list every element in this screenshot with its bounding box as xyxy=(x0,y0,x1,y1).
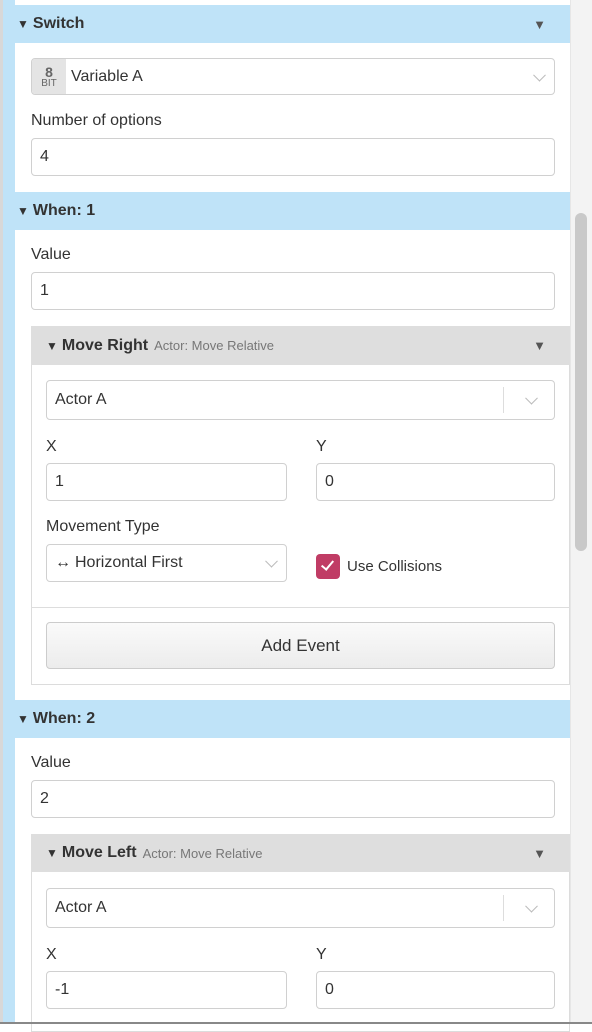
x-label: X xyxy=(46,438,57,455)
menu-caret-icon[interactable]: ▼ xyxy=(533,338,546,353)
event-title: Move Right xyxy=(61,336,149,354)
badge-number: 8 xyxy=(45,63,53,80)
x-input[interactable]: 1 xyxy=(46,463,287,501)
variable-select[interactable]: 8 BIT Variable A xyxy=(31,58,555,95)
x-input[interactable]: -1 xyxy=(46,971,287,1009)
move-right-header[interactable]: ▼ Move Right Actor: Move Relative ▼ xyxy=(31,326,570,365)
event-subtitle: Actor: Move Relative xyxy=(142,845,263,861)
menu-caret-icon[interactable]: ▼ xyxy=(533,17,546,32)
actor-select[interactable]: Actor A xyxy=(46,888,555,928)
case-2-header[interactable]: ▼ When: 2 xyxy=(3,700,570,738)
collapse-icon[interactable]: ▼ xyxy=(17,712,29,726)
switch-title: Switch xyxy=(32,15,85,32)
scrollbar-thumb[interactable] xyxy=(575,213,587,551)
actor-select[interactable]: Actor A xyxy=(46,380,555,420)
y-label: Y xyxy=(316,946,327,963)
select-divider xyxy=(503,895,504,921)
checkmark-icon xyxy=(320,557,335,571)
case-1-header[interactable]: ▼ When: 1 xyxy=(3,192,570,230)
add-event-button[interactable]: Add Event xyxy=(46,622,555,669)
move-left-header[interactable]: ▼ Move Left Actor: Move Relative ▼ xyxy=(31,834,570,872)
collapse-icon[interactable]: ▼ xyxy=(17,17,29,31)
options-label: Number of options xyxy=(31,112,162,129)
event-title: Move Left xyxy=(61,844,137,861)
case-2-title: When: 2 xyxy=(32,710,96,727)
value-label: Value xyxy=(31,754,71,771)
switch-indent-bar xyxy=(3,0,15,1024)
event-subtitle: Actor: Move Relative xyxy=(154,338,275,353)
switch-header[interactable]: ▼ Switch ▼ xyxy=(3,5,570,43)
movement-type-label: Movement Type xyxy=(46,518,160,535)
y-label: Y xyxy=(316,438,327,455)
chevron-down-icon xyxy=(265,554,278,568)
case-2-value-input[interactable]: 2 xyxy=(31,780,555,818)
use-collisions-label[interactable]: Use Collisions xyxy=(347,558,442,575)
case-1-value-input[interactable]: 1 xyxy=(31,272,555,310)
horizontal-arrows-icon: ↔ xyxy=(55,554,71,571)
8bit-badge: 8 BIT xyxy=(32,59,66,94)
collapse-icon[interactable]: ▼ xyxy=(46,339,58,353)
menu-caret-icon[interactable]: ▼ xyxy=(533,846,546,861)
variable-value: Variable A xyxy=(71,67,143,85)
movement-type-value: Horizontal First xyxy=(75,554,183,571)
badge-unit: BIT xyxy=(41,77,57,89)
y-input[interactable]: 0 xyxy=(316,971,555,1009)
use-collisions-checkbox[interactable] xyxy=(316,554,340,579)
chevron-down-icon xyxy=(533,68,546,82)
actor-value: Actor A xyxy=(55,899,107,916)
x-label: X xyxy=(46,946,57,963)
case-1-title: When: 1 xyxy=(32,202,96,219)
movement-type-select[interactable]: ↔ Horizontal First xyxy=(46,544,287,582)
y-input[interactable]: 0 xyxy=(316,463,555,501)
value-label: Value xyxy=(31,246,71,263)
chevron-down-icon xyxy=(525,899,538,913)
collapse-icon[interactable]: ▼ xyxy=(17,204,29,218)
actor-value: Actor A xyxy=(55,391,107,408)
select-divider xyxy=(503,387,504,413)
chevron-down-icon xyxy=(525,391,538,405)
options-input[interactable]: 4 xyxy=(31,138,555,176)
divider xyxy=(31,607,570,608)
collapse-icon[interactable]: ▼ xyxy=(46,846,58,860)
